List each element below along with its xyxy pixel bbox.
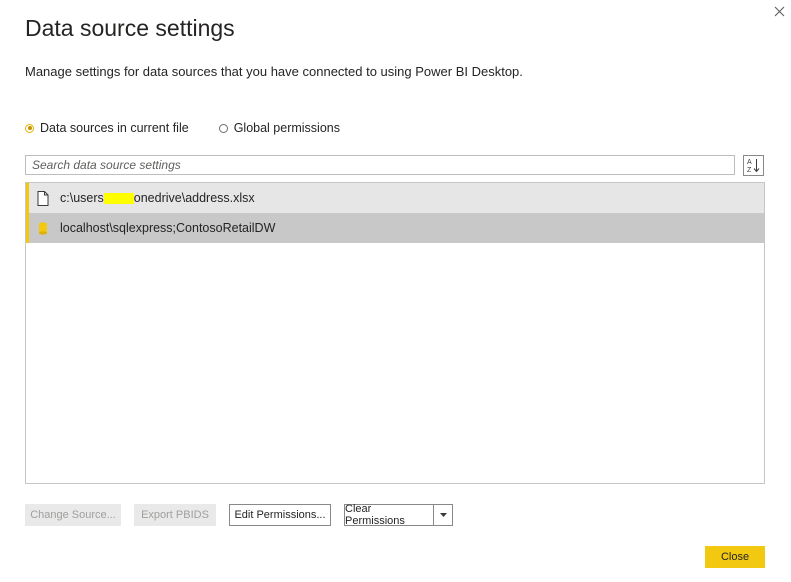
source-path: localhost\sqlexpress;ContosoRetailDW [60,221,276,235]
clear-permissions-button[interactable]: Clear Permissions [344,503,434,527]
file-icon [36,190,50,206]
search-input[interactable] [25,155,735,175]
svg-text:A: A [747,159,752,166]
edit-permissions-button[interactable]: Edit Permissions... [229,504,331,526]
close-button[interactable]: Close [705,546,765,568]
sort-button[interactable]: A Z [743,155,764,176]
redaction-highlight [103,192,134,204]
radio-dot [27,126,32,130]
list-item-file-source[interactable]: c:\users onedrive\address.xlsx [26,183,764,213]
list-item-database-source[interactable]: localhost\sqlexpress;ContosoRetailDW [26,213,764,243]
database-icon [36,220,50,236]
close-icon [774,6,784,17]
change-source-button[interactable]: Change Source... [25,504,121,526]
radio-label: Global permissions [233,121,340,135]
radio-circle [218,123,228,133]
scope-radio-group: Data sources in current file Global perm… [25,121,370,135]
window-close-button[interactable] [770,2,788,20]
source-path-suffix: onedrive\address.xlsx [133,191,255,205]
svg-text:Z: Z [747,167,752,174]
sort-az-icon: A Z [747,159,760,174]
clear-permissions-dropdown[interactable] [433,504,453,526]
radio-current-file[interactable]: Data sources in current file [25,121,189,135]
data-source-list[interactable]: c:\users onedrive\address.xlsx localhost… [25,182,765,484]
chevron-down-icon [439,513,447,517]
radio-label: Data sources in current file [40,121,189,135]
export-pbids-button[interactable]: Export PBIDS [134,504,216,526]
radio-circle-checked [25,123,34,133]
radio-global-permissions[interactable]: Global permissions [218,121,340,135]
dialog-subtitle: Manage settings for data sources that yo… [25,64,523,79]
dialog-title: Data source settings [25,15,235,41]
source-path-prefix: c:\users [60,191,104,205]
